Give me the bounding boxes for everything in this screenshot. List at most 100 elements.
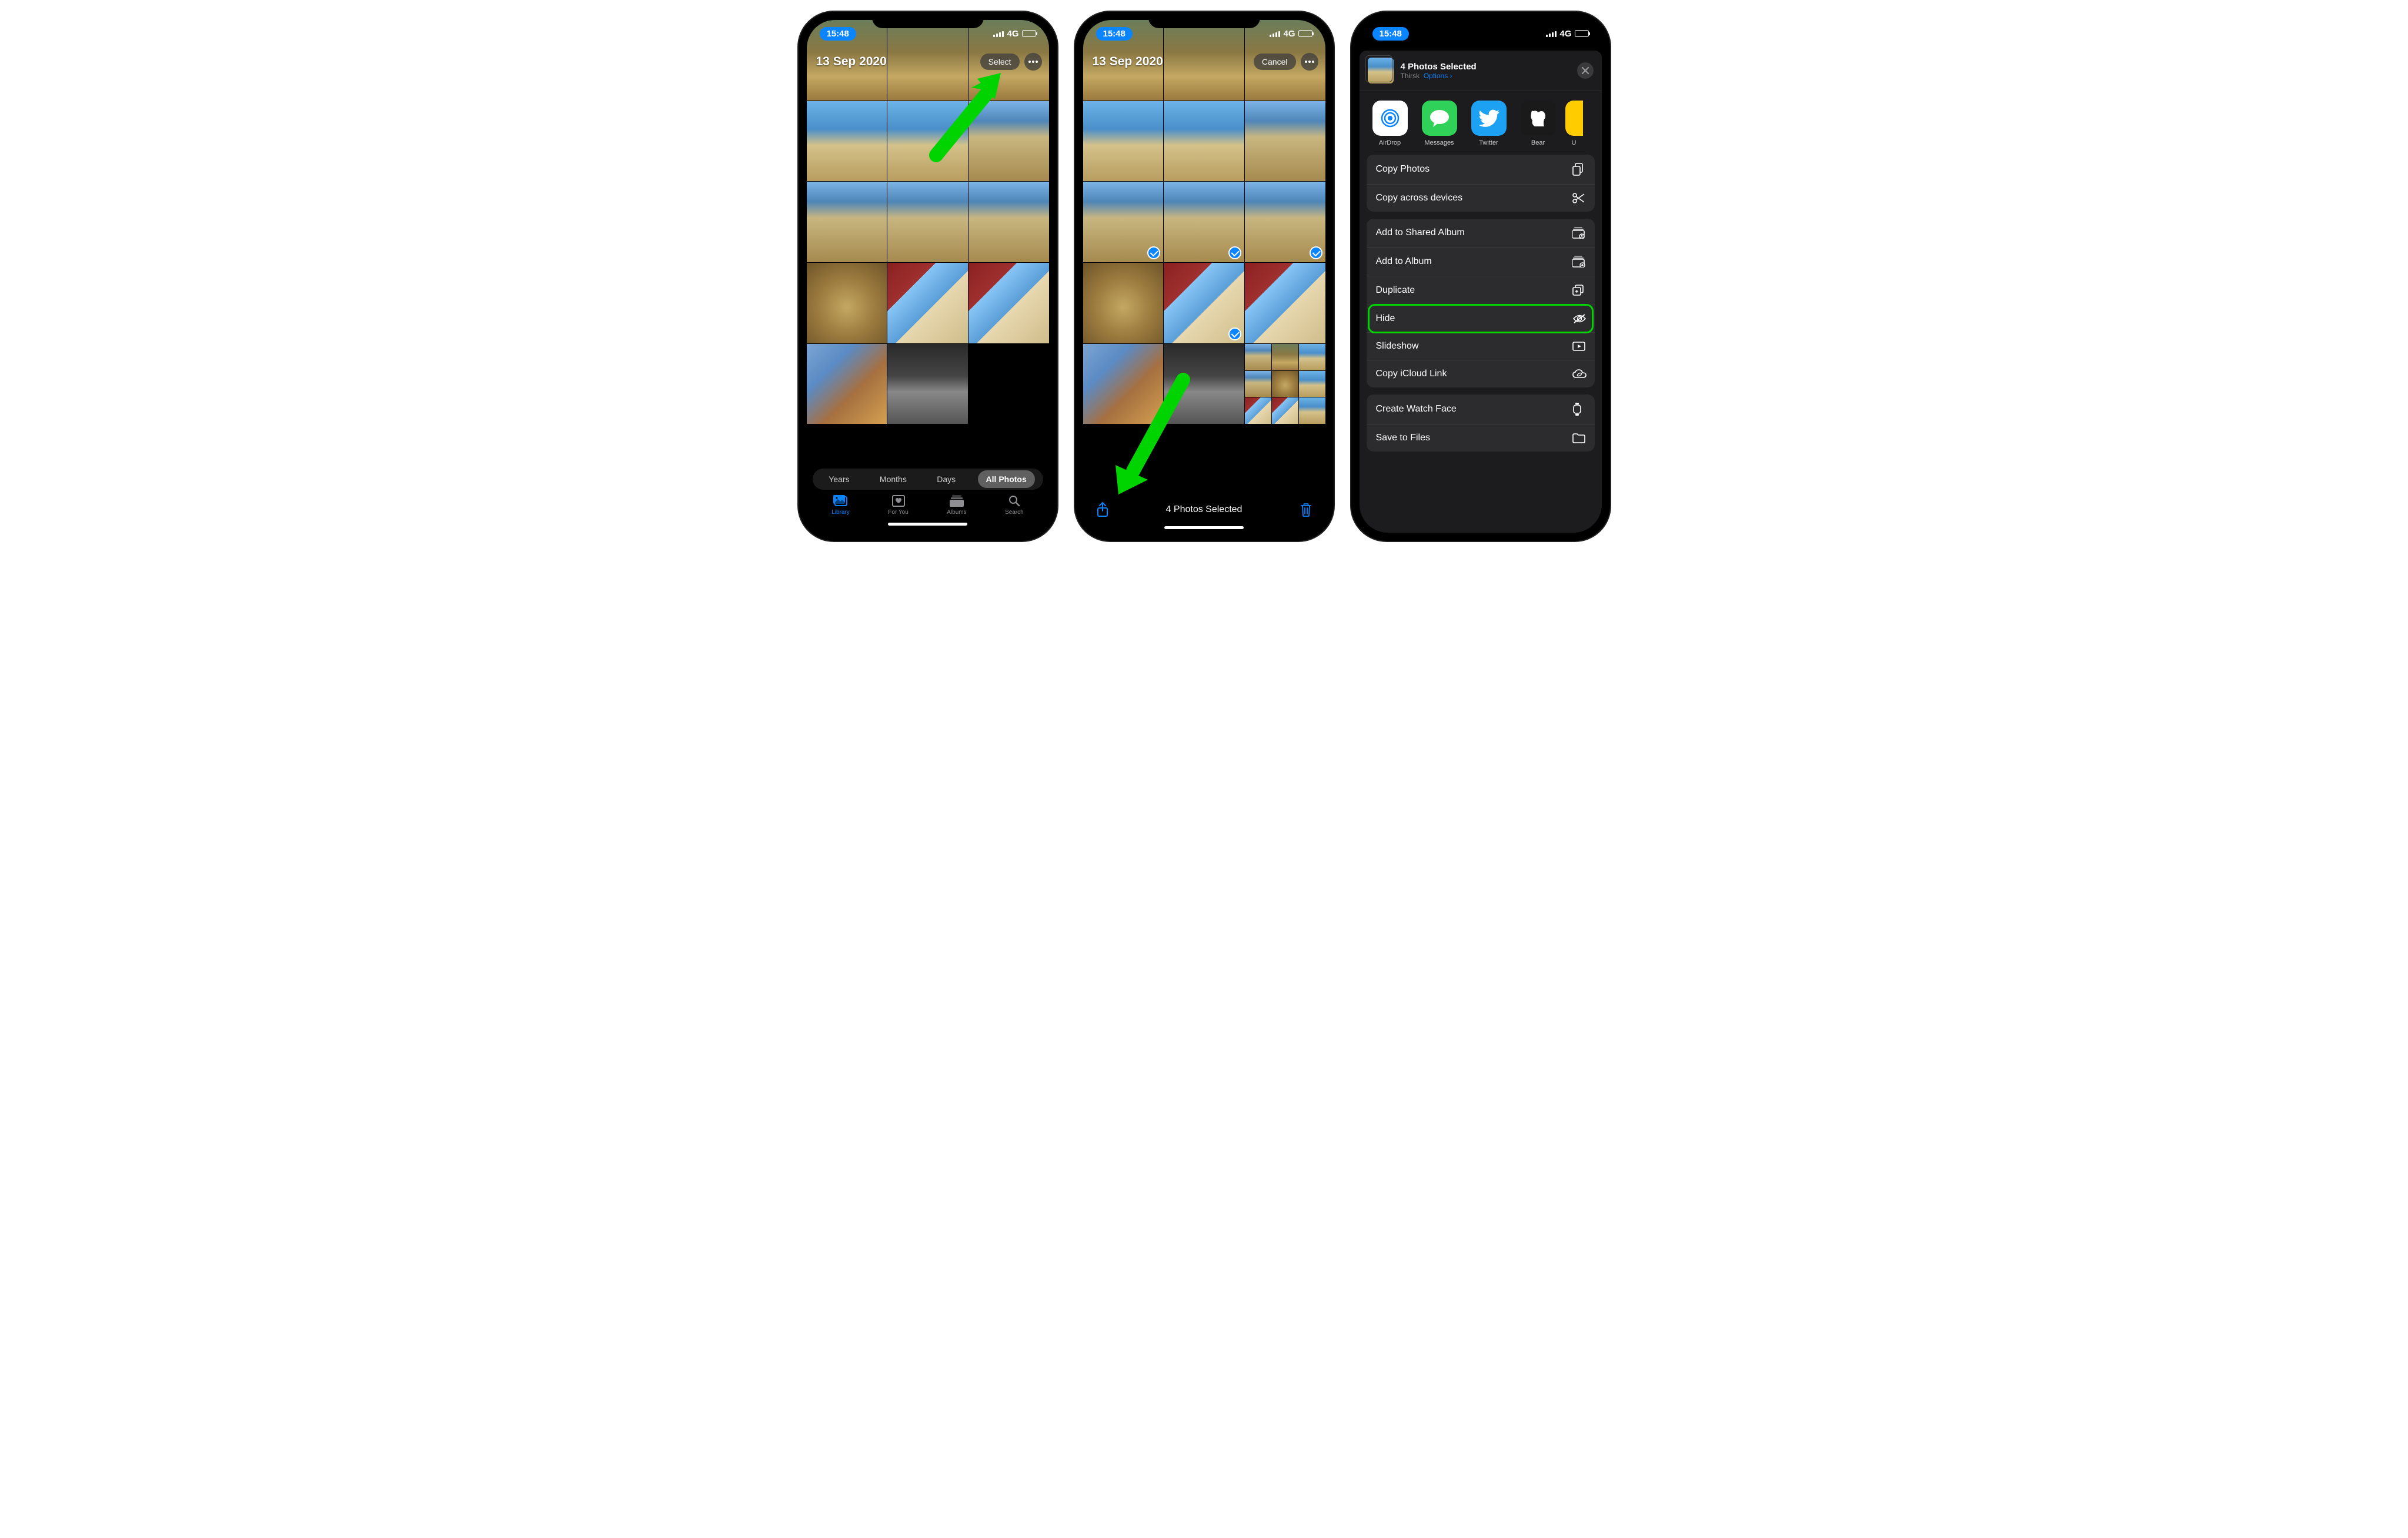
- photo-thumb[interactable]: [1245, 263, 1325, 343]
- action-label: Save to Files: [1376, 433, 1430, 443]
- battery-icon: [1022, 30, 1036, 37]
- action-copy-photos[interactable]: Copy Photos: [1367, 155, 1595, 185]
- photo-thumb[interactable]: [968, 101, 1049, 182]
- tab-label: For You: [888, 509, 908, 516]
- photo-thumb[interactable]: [1083, 101, 1164, 182]
- action-group-2: Add to Shared Album Add to Album Duplica…: [1367, 219, 1595, 387]
- photo-thumb-selected[interactable]: [1164, 182, 1244, 262]
- action-label: Copy across devices: [1376, 193, 1463, 203]
- photo-thumb[interactable]: [887, 344, 968, 424]
- share-button[interactable]: [1096, 501, 1109, 518]
- photo-grid[interactable]: [807, 20, 1049, 464]
- tab-for-you[interactable]: For You: [888, 494, 908, 516]
- filter-months[interactable]: Months: [871, 470, 915, 488]
- photo-thumb[interactable]: [1083, 263, 1164, 343]
- status-time: 15:48: [1372, 27, 1409, 41]
- app-label: U: [1572, 139, 1577, 146]
- network-label: 4G: [1559, 29, 1571, 39]
- airdrop-icon: [1372, 101, 1408, 136]
- photo-thumb[interactable]: [1164, 344, 1244, 424]
- icloud-link-icon: [1572, 369, 1585, 379]
- photo-grid[interactable]: [1083, 20, 1325, 493]
- status-time: 15:48: [1096, 27, 1133, 41]
- filter-days[interactable]: Days: [929, 470, 964, 488]
- ellipsis-icon: [1305, 61, 1314, 63]
- sheet-header: 4 Photos Selected Thirsk Options ›: [1360, 51, 1602, 91]
- sheet-title: 4 Photos Selected: [1401, 62, 1570, 72]
- photo-thumb[interactable]: [887, 263, 968, 343]
- phone-frame-2: 15:48 4G 13 Sep 2020 Cancel: [1075, 12, 1334, 541]
- location-label: Thirsk: [1401, 72, 1420, 80]
- action-label: Copy iCloud Link: [1376, 369, 1447, 379]
- photo-thumb[interactable]: [807, 263, 887, 343]
- action-hide[interactable]: Hide: [1367, 305, 1595, 333]
- notch: [1425, 12, 1537, 28]
- scissors-icon: [1572, 193, 1585, 203]
- selected-check-icon: [1147, 246, 1160, 259]
- action-save-to-files[interactable]: Save to Files: [1367, 424, 1595, 452]
- cancel-button[interactable]: Cancel: [1254, 54, 1296, 70]
- photo-stack-thumb[interactable]: [1245, 344, 1325, 424]
- photo-thumb[interactable]: [807, 344, 887, 424]
- app-airdrop[interactable]: AirDrop: [1368, 101, 1412, 146]
- home-indicator[interactable]: [888, 523, 967, 526]
- close-button[interactable]: [1577, 62, 1594, 79]
- action-copy-icloud-link[interactable]: Copy iCloud Link: [1367, 360, 1595, 387]
- action-slideshow[interactable]: Slideshow: [1367, 333, 1595, 360]
- filter-years[interactable]: Years: [820, 470, 857, 488]
- options-link[interactable]: Options ›: [1424, 72, 1452, 80]
- tab-library[interactable]: Library: [831, 494, 850, 516]
- selected-check-icon: [1228, 327, 1241, 340]
- action-duplicate[interactable]: Duplicate: [1367, 276, 1595, 305]
- photo-thumb[interactable]: [887, 101, 968, 182]
- shared-album-icon: [1572, 227, 1585, 239]
- photo-thumb[interactable]: [1164, 101, 1244, 182]
- photo-thumb-selected[interactable]: [1164, 263, 1244, 343]
- photo-thumb[interactable]: [887, 182, 968, 262]
- copy-icon: [1572, 163, 1585, 176]
- photo-thumb[interactable]: [1245, 101, 1325, 182]
- notch: [1148, 12, 1260, 28]
- home-indicator[interactable]: [1164, 526, 1244, 529]
- selected-check-icon: [1310, 246, 1322, 259]
- tab-search[interactable]: Search: [1005, 494, 1024, 516]
- albums-icon: [948, 494, 965, 507]
- select-button[interactable]: Select: [980, 54, 1020, 70]
- screen-1: 15:48 4G 13 Sep 2020 Select: [807, 20, 1049, 533]
- photo-thumb[interactable]: [1083, 344, 1164, 424]
- sheet-preview-thumb: [1368, 58, 1394, 83]
- more-button[interactable]: [1024, 53, 1042, 71]
- photo-thumb-selected[interactable]: [1083, 182, 1164, 262]
- phone-frame-3: 15:48 4G 4 Photos Selected Thirsk Option…: [1351, 12, 1610, 541]
- app-twitter[interactable]: Twitter: [1467, 101, 1511, 146]
- view-filter-segmented[interactable]: Years Months Days All Photos: [813, 469, 1043, 490]
- folder-icon: [1572, 433, 1585, 443]
- photo-thumb[interactable]: [968, 182, 1049, 262]
- tab-albums[interactable]: Albums: [947, 494, 966, 516]
- hide-icon: [1572, 313, 1585, 324]
- action-copy-across-devices[interactable]: Copy across devices: [1367, 185, 1595, 212]
- action-add-shared-album[interactable]: Add to Shared Album: [1367, 219, 1595, 248]
- annotation-highlight: [1368, 304, 1594, 333]
- date-heading: 13 Sep 2020: [1093, 55, 1163, 69]
- twitter-icon: [1471, 101, 1507, 136]
- filter-all-photos[interactable]: All Photos: [978, 470, 1035, 488]
- action-create-watch-face[interactable]: Create Watch Face: [1367, 394, 1595, 424]
- app-bear[interactable]: Bear: [1516, 101, 1561, 146]
- duplicate-icon: [1572, 285, 1585, 296]
- photo-thumb[interactable]: [807, 101, 887, 182]
- share-apps-row[interactable]: AirDrop Messages Twitter: [1360, 91, 1602, 155]
- action-add-album[interactable]: Add to Album: [1367, 248, 1595, 276]
- battery-icon: [1575, 30, 1589, 37]
- photo-thumb[interactable]: [807, 182, 887, 262]
- app-messages[interactable]: Messages: [1417, 101, 1462, 146]
- delete-button[interactable]: [1300, 502, 1312, 517]
- action-group-1: Copy Photos Copy across devices: [1367, 155, 1595, 212]
- app-partial[interactable]: U: [1565, 101, 1583, 146]
- more-button[interactable]: [1301, 53, 1318, 71]
- photo-thumb-selected[interactable]: [1245, 182, 1325, 262]
- action-label: Add to Shared Album: [1376, 228, 1465, 238]
- photo-thumb[interactable]: [968, 263, 1049, 343]
- action-group-3: Create Watch Face Save to Files: [1367, 394, 1595, 452]
- for-you-icon: [890, 494, 907, 507]
